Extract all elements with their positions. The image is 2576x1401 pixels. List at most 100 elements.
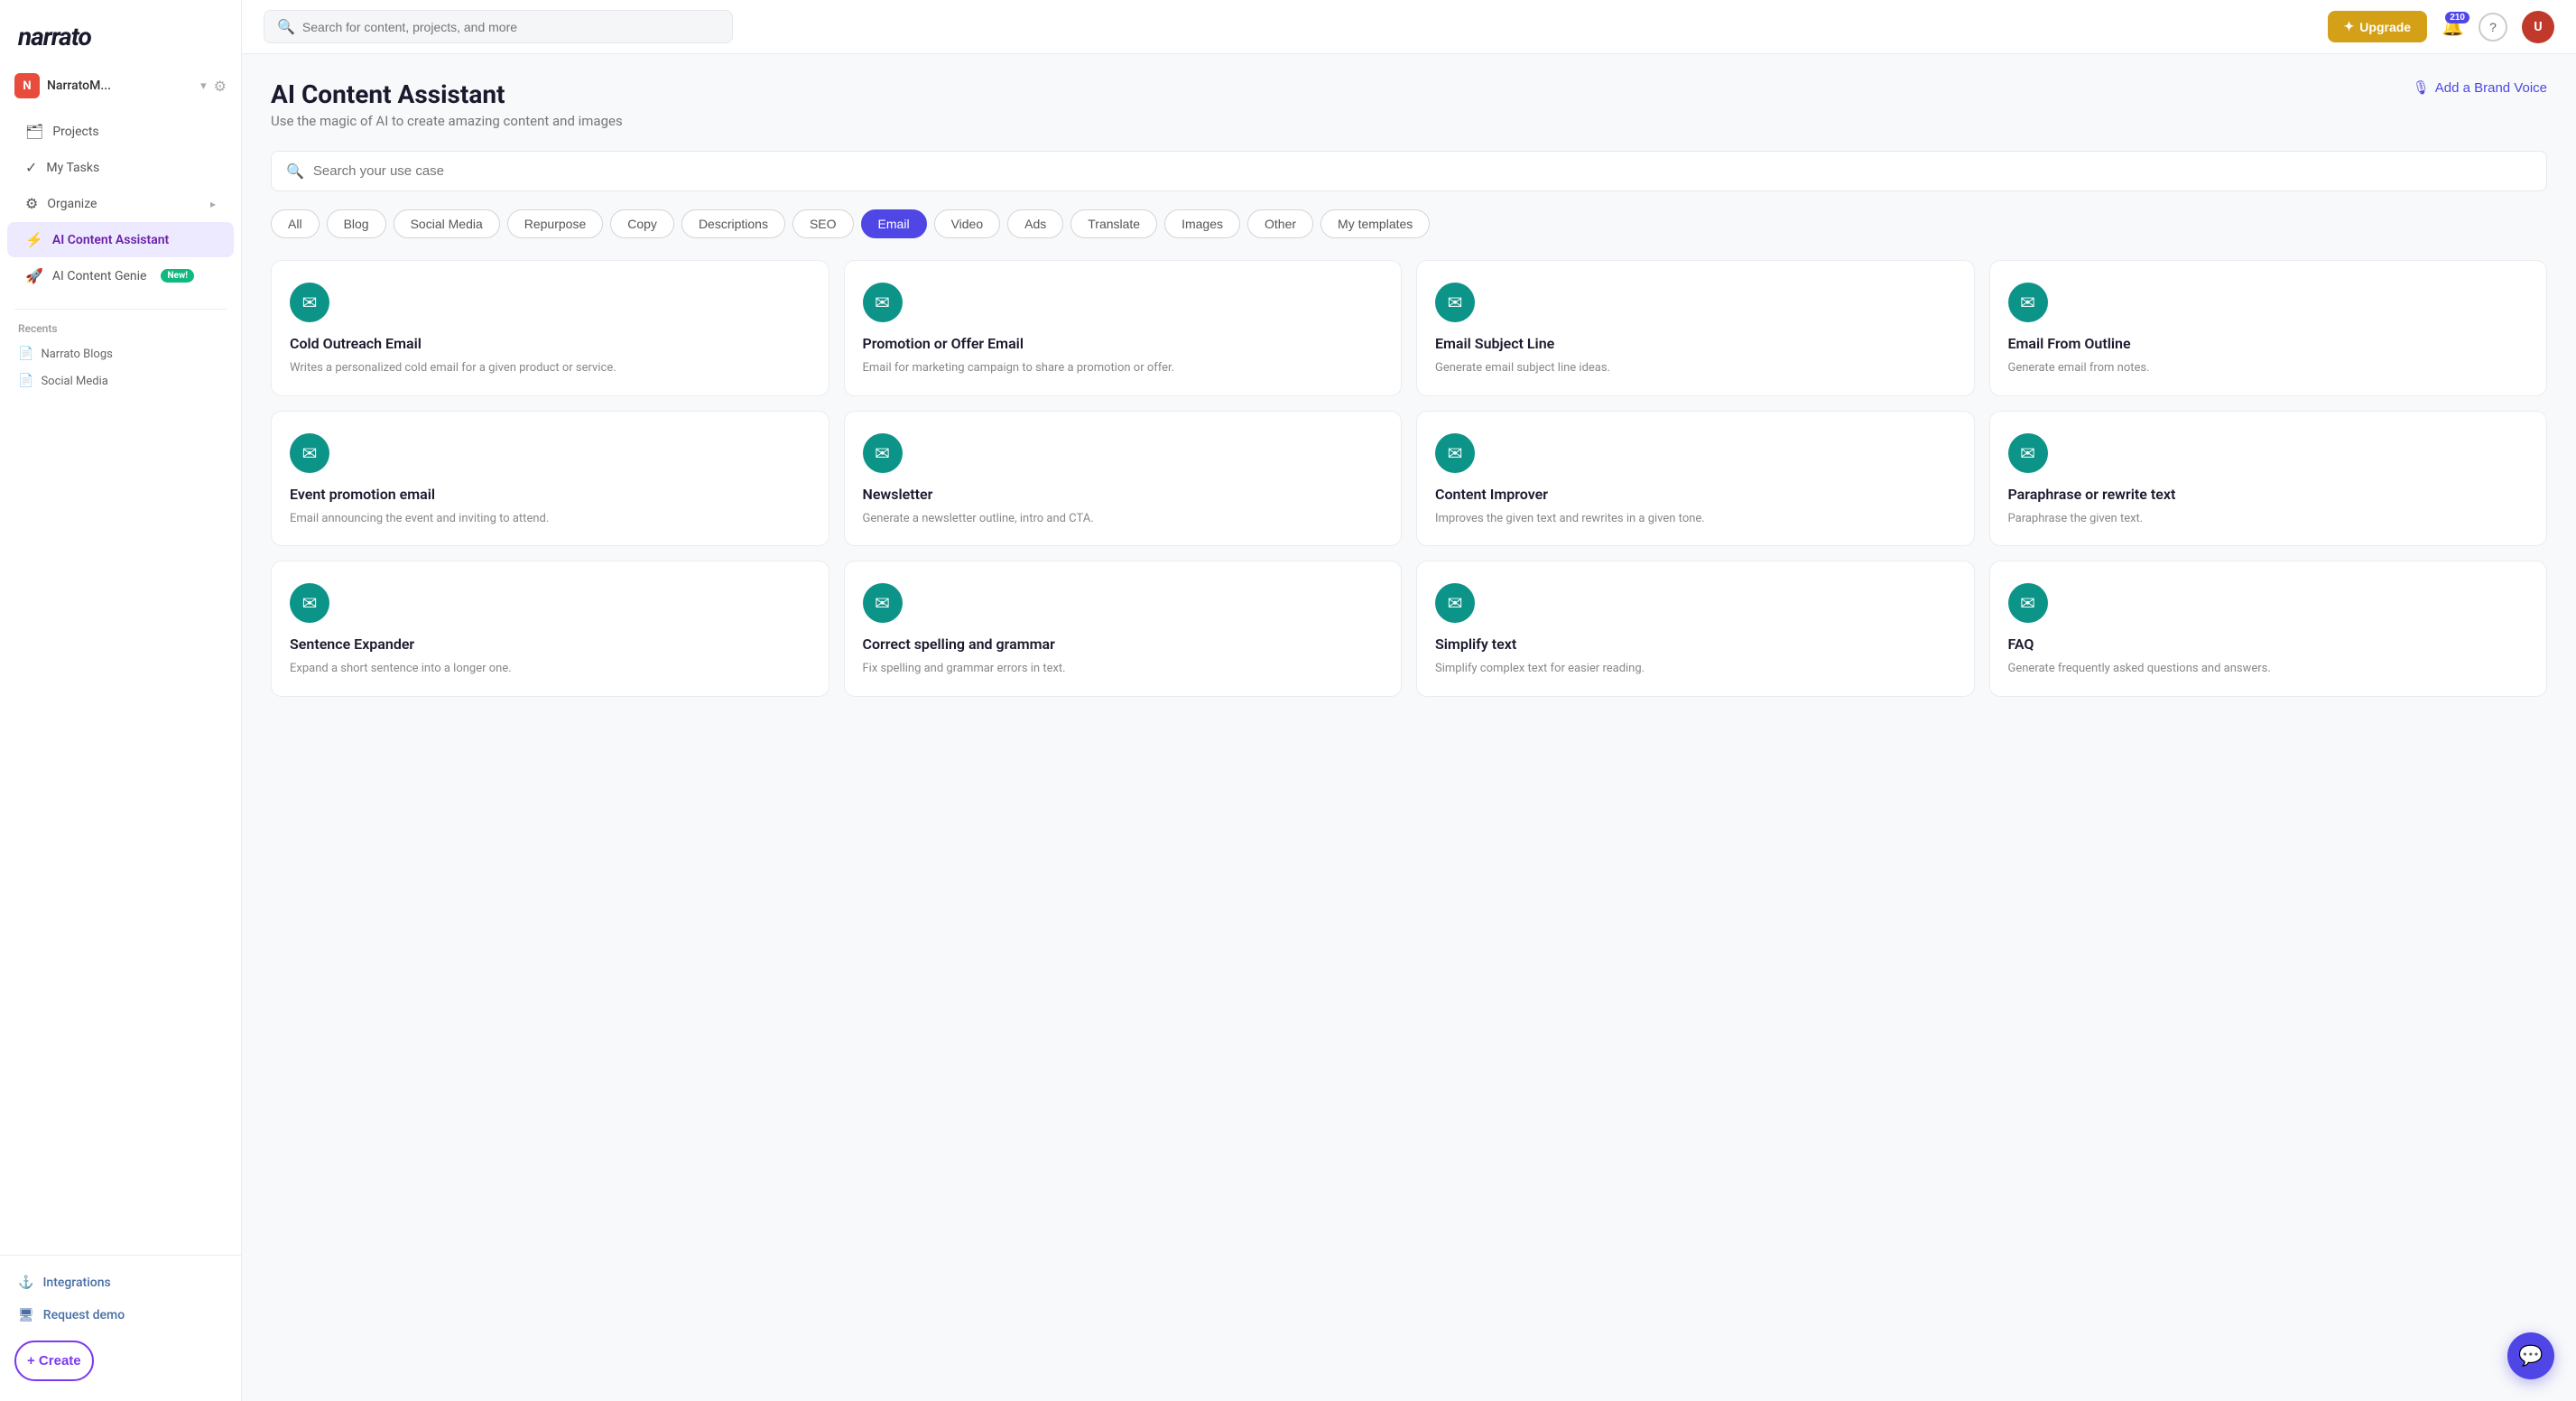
- global-search-input[interactable]: [302, 20, 719, 34]
- template-card-content-improver[interactable]: ✉ Content Improver Improves the given te…: [1416, 411, 1975, 547]
- email-icon: ✉: [2008, 283, 2048, 322]
- template-card-event-promotion-email[interactable]: ✉ Event promotion email Email announcing…: [271, 411, 829, 547]
- app-logo: narrato: [18, 22, 223, 51]
- email-icon: ✉: [863, 433, 903, 473]
- request-demo-item[interactable]: 🖥 Request demo: [0, 1299, 241, 1331]
- filter-tab-video[interactable]: Video: [934, 209, 1001, 238]
- sidebar-item-projects[interactable]: 🗂 Projects: [7, 114, 234, 149]
- filter-tab-my-templates[interactable]: My templates: [1320, 209, 1430, 238]
- template-card-paraphrase-or-rewrite-text[interactable]: ✉ Paraphrase or rewrite text Paraphrase …: [1989, 411, 2548, 547]
- template-card-promotion-or-offer-email[interactable]: ✉ Promotion or Offer Email Email for mar…: [844, 260, 1403, 396]
- content-area: AI Content Assistant Use the magic of AI…: [242, 54, 2576, 1401]
- filter-tab-other[interactable]: Other: [1247, 209, 1313, 238]
- card-desc: Email for marketing campaign to share a …: [863, 359, 1384, 377]
- ai-assistant-icon: ⚡: [25, 231, 43, 248]
- card-title: FAQ: [2008, 636, 2529, 653]
- templates-grid: ✉ Cold Outreach Email Writes a personali…: [271, 260, 2547, 697]
- settings-icon[interactable]: ⚙: [214, 78, 227, 95]
- global-search-bar[interactable]: 🔍: [264, 10, 733, 43]
- template-card-email-from-outline[interactable]: ✉ Email From Outline Generate email from…: [1989, 260, 2548, 396]
- sidebar-item-ai-content-assistant[interactable]: ⚡ AI Content Assistant: [7, 222, 234, 257]
- help-button[interactable]: ?: [2479, 13, 2507, 42]
- filter-tab-copy[interactable]: Copy: [610, 209, 674, 238]
- email-icon: ✉: [1435, 283, 1475, 322]
- genie-icon: 🚀: [25, 267, 43, 284]
- monitor-icon: 🖥: [18, 1308, 34, 1322]
- sidebar-item-my-tasks[interactable]: ✓ My Tasks: [7, 150, 234, 185]
- filter-tab-ads[interactable]: Ads: [1007, 209, 1063, 238]
- page-header: AI Content Assistant Use the magic of AI…: [271, 79, 2547, 129]
- sidebar-item-label: Projects: [52, 125, 98, 139]
- card-desc: Email announcing the event and inviting …: [290, 510, 811, 528]
- upgrade-button[interactable]: ✦ Upgrade: [2328, 11, 2428, 42]
- template-card-newsletter[interactable]: ✉ Newsletter Generate a newsletter outli…: [844, 411, 1403, 547]
- workspace-selector[interactable]: N NarratoM... ▾ ⚙: [0, 66, 241, 106]
- page-title-area: AI Content Assistant Use the magic of AI…: [271, 79, 623, 129]
- template-card-cold-outreach-email[interactable]: ✉ Cold Outreach Email Writes a personali…: [271, 260, 829, 396]
- sidebar-item-label: AI Content Genie: [52, 269, 147, 283]
- workspace-name: NarratoM...: [47, 79, 193, 93]
- template-card-correct-spelling-and-grammar[interactable]: ✉ Correct spelling and grammar Fix spell…: [844, 561, 1403, 697]
- sidebar-bottom: ⚓ Integrations 🖥 Request demo + Create: [0, 1255, 241, 1401]
- filter-tab-descriptions[interactable]: Descriptions: [681, 209, 785, 238]
- card-title: Content Improver: [1435, 486, 1956, 503]
- filter-tab-email[interactable]: Email: [861, 209, 927, 238]
- template-card-simplify-text[interactable]: ✉ Simplify text Simplify complex text fo…: [1416, 561, 1975, 697]
- doc-icon: 📄: [18, 374, 33, 388]
- use-case-search-input[interactable]: [313, 163, 2532, 179]
- integrations-label: Integrations: [42, 1276, 110, 1290]
- sidebar-item-label: My Tasks: [46, 161, 99, 175]
- recents-item-social-media[interactable]: 📄 Social Media: [0, 367, 241, 394]
- filter-tabs: All Blog Social Media Repurpose Copy Des…: [271, 209, 2547, 238]
- user-avatar[interactable]: U: [2522, 11, 2554, 43]
- filter-tab-seo[interactable]: SEO: [792, 209, 854, 238]
- card-title: Correct spelling and grammar: [863, 636, 1384, 653]
- filter-tab-repurpose[interactable]: Repurpose: [507, 209, 604, 238]
- template-card-email-subject-line[interactable]: ✉ Email Subject Line Generate email subj…: [1416, 260, 1975, 396]
- star-icon: ✦: [2344, 19, 2355, 34]
- chat-button[interactable]: 💬: [2507, 1332, 2554, 1379]
- topbar: 🔍 ✦ Upgrade 🔔 210 ? U: [242, 0, 2576, 54]
- template-card-sentence-expander[interactable]: ✉ Sentence Expander Expand a short sente…: [271, 561, 829, 697]
- email-icon: ✉: [1435, 433, 1475, 473]
- card-desc: Improves the given text and rewrites in …: [1435, 510, 1956, 528]
- recents-item-narrato-blogs[interactable]: 📄 Narrato Blogs: [0, 340, 241, 367]
- add-brand-voice-button[interactable]: 🎙 Add a Brand Voice: [2413, 79, 2547, 96]
- sidebar-item-organize[interactable]: ⚙ Organize ▸: [7, 186, 234, 221]
- filter-tab-images[interactable]: Images: [1164, 209, 1240, 238]
- filter-tab-translate[interactable]: Translate: [1070, 209, 1157, 238]
- search-icon: 🔍: [286, 162, 304, 180]
- tasks-icon: ✓: [25, 159, 37, 176]
- template-card-faq[interactable]: ✉ FAQ Generate frequently asked question…: [1989, 561, 2548, 697]
- sidebar-nav: 🗂 Projects ✓ My Tasks ⚙ Organize ▸ ⚡ AI …: [0, 106, 241, 302]
- notification-badge: 210: [2445, 12, 2469, 23]
- sidebar-item-ai-content-genie[interactable]: 🚀 AI Content Genie New!: [7, 258, 234, 293]
- email-icon: ✉: [1435, 583, 1475, 623]
- new-badge: New!: [161, 269, 194, 283]
- card-title: Email Subject Line: [1435, 335, 1956, 352]
- notifications-button[interactable]: 🔔 210: [2442, 15, 2464, 38]
- chevron-right-icon: ▸: [210, 198, 216, 210]
- sidebar: narrato N NarratoM... ▾ ⚙ 🗂 Projects ✓ M…: [0, 0, 242, 1401]
- filter-tab-social-media[interactable]: Social Media: [394, 209, 500, 238]
- integrations-item[interactable]: ⚓ Integrations: [0, 1266, 241, 1299]
- anchor-icon: ⚓: [18, 1276, 33, 1290]
- card-desc: Generate frequently asked questions and …: [2008, 660, 2529, 678]
- filter-tab-all[interactable]: All: [271, 209, 320, 238]
- card-title: Event promotion email: [290, 486, 811, 503]
- use-case-search-bar[interactable]: 🔍: [271, 151, 2547, 191]
- workspace-avatar: N: [14, 73, 40, 98]
- card-title: Paraphrase or rewrite text: [2008, 486, 2529, 503]
- doc-icon: 📄: [18, 347, 33, 361]
- recents-label: Recents: [0, 317, 241, 340]
- chevron-down-icon: ▾: [200, 79, 207, 93]
- organize-icon: ⚙: [25, 195, 38, 212]
- card-title: Email From Outline: [2008, 335, 2529, 352]
- card-title: Sentence Expander: [290, 636, 811, 653]
- create-button[interactable]: + Create: [14, 1341, 94, 1381]
- card-desc: Expand a short sentence into a longer on…: [290, 660, 811, 678]
- upgrade-label: Upgrade: [2359, 20, 2411, 34]
- logo-area: narrato: [0, 0, 241, 66]
- filter-tab-blog[interactable]: Blog: [327, 209, 386, 238]
- sidebar-item-label: Organize: [47, 197, 97, 211]
